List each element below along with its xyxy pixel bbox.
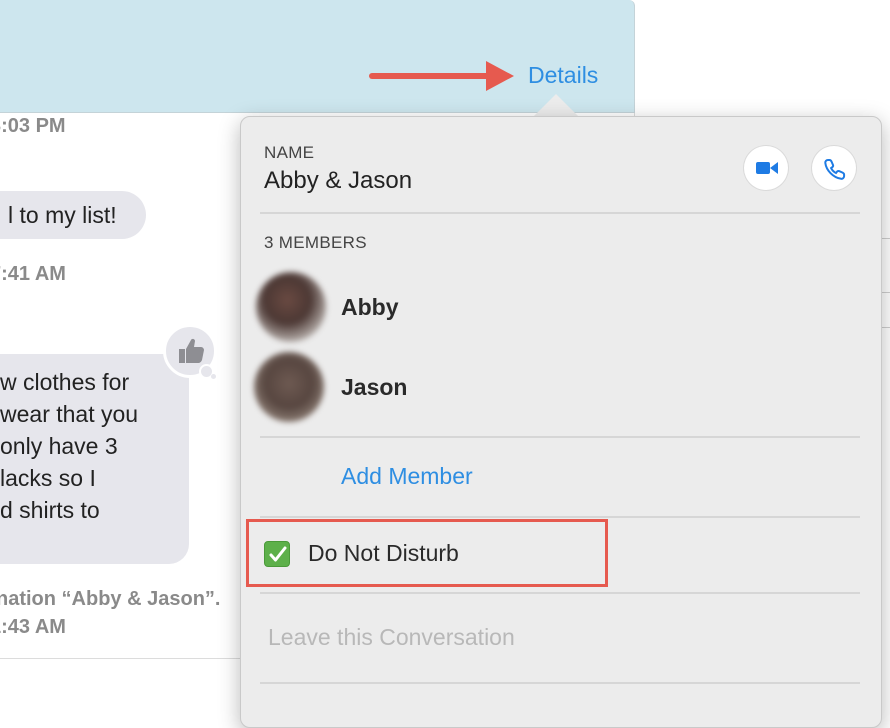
timestamp: 1:43 AM [0,616,66,638]
annotation-arrow [369,61,514,91]
divider [260,516,860,518]
divider [260,592,860,594]
message-line: d shirts to [0,497,100,523]
message-text: l to my list! [8,202,117,228]
divider [260,682,860,684]
popover-pointer [534,94,578,116]
avatar [254,352,324,422]
tapback-tail [211,374,216,379]
system-message: nation “Abby & Jason”. [0,588,221,610]
member-name[interactable]: Abby [341,294,399,321]
leave-conversation-button: Leave this Conversation [268,624,515,650]
message-line: only have 3 [0,433,118,459]
phone-call-button[interactable] [812,146,856,190]
members-label: 3 MEMBERS [264,233,367,252]
conversation-name[interactable]: Abby & Jason [264,167,412,195]
avatar [256,272,326,342]
phone-icon [824,159,846,180]
message-line: w clothes for [0,369,130,395]
divider [260,212,860,214]
message-line: wear that you [0,401,139,427]
video-camera-icon [756,162,778,174]
do-not-disturb-checkbox[interactable] [264,541,290,567]
message-bubble[interactable]: l to my list! [0,191,146,239]
timestamp: 7:41 AM [0,263,66,285]
details-button[interactable]: Details [528,62,598,89]
name-label: NAME [264,143,315,162]
do-not-disturb-label[interactable]: Do Not Disturb [308,540,459,567]
timestamp: 3:03 PM [0,115,66,137]
message-line: lacks so I [0,465,96,491]
checkmark-icon [269,546,287,562]
message-bubble[interactable]: w clothes for wear that you only have 3 … [0,354,189,564]
add-member-button[interactable]: Add Member [341,463,473,490]
member-name[interactable]: Jason [341,374,407,401]
divider [260,436,860,438]
video-call-button[interactable] [744,146,788,190]
